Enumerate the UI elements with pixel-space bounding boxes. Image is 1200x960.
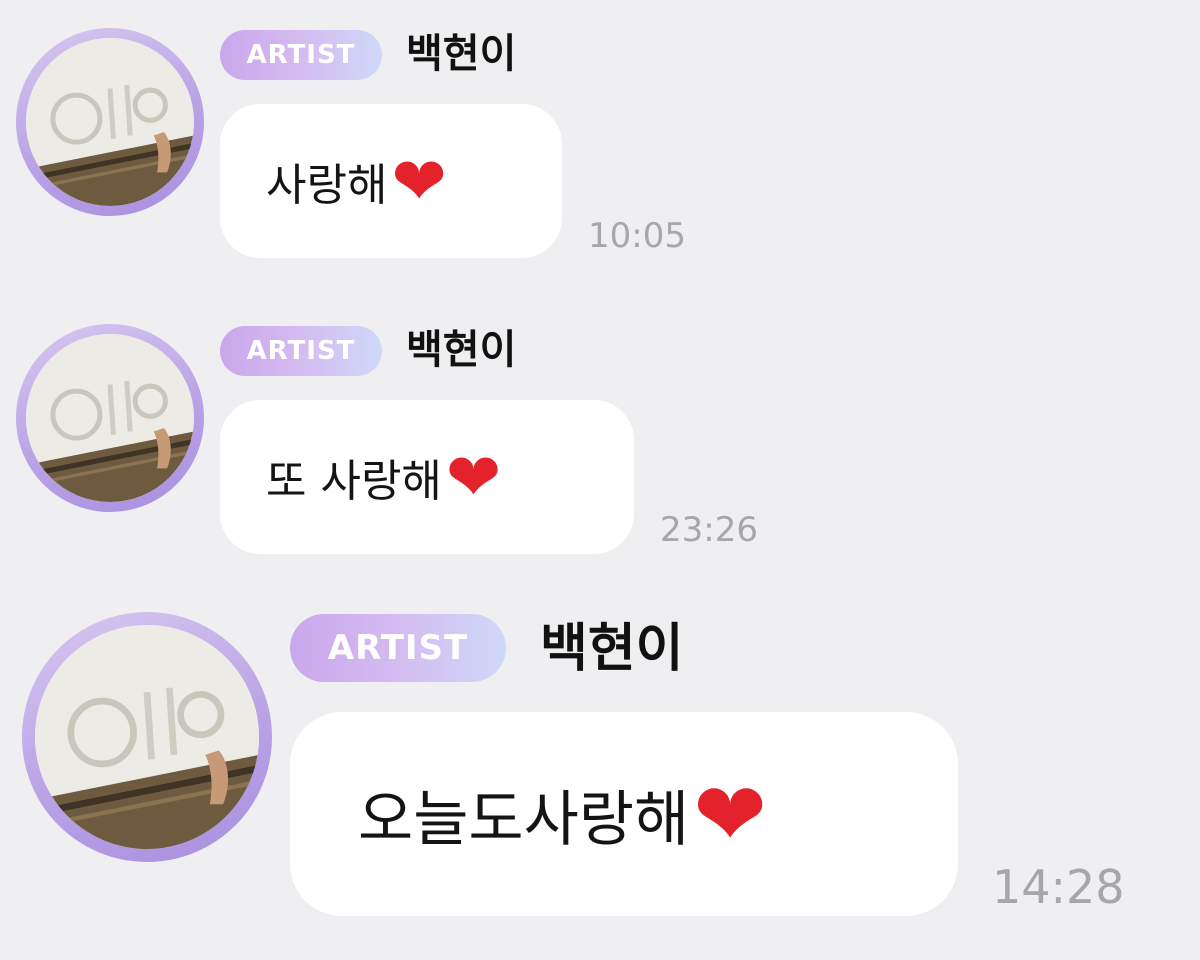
avatar[interactable] (26, 334, 194, 502)
message-text: 또 사랑해 (266, 456, 442, 507)
message-text: 사랑해 (266, 160, 388, 211)
avatar[interactable] (26, 38, 194, 206)
heart-icon: ❤ (445, 438, 502, 516)
message-bubble[interactable]: 사랑해 ❤ (220, 104, 562, 258)
sender-name: 백현이 (406, 31, 517, 77)
message-text: 오늘도사랑해 (358, 784, 690, 855)
message-bubble[interactable]: 오늘도사랑해 ❤ (290, 712, 958, 916)
sender-name: 백현이 (540, 619, 684, 679)
snow-photo-icon (26, 38, 194, 206)
artist-badge: ARTIST (220, 30, 382, 80)
sender-name: 백현이 (406, 327, 517, 373)
heart-icon: ❤ (391, 142, 447, 220)
message-time: 10:05 (588, 216, 686, 256)
message-bubble[interactable]: 또 사랑해 ❤ (220, 400, 634, 554)
message-time: 23:26 (660, 510, 758, 550)
avatar[interactable] (35, 625, 259, 849)
snow-photo-icon (35, 625, 259, 849)
message-time: 14:28 (992, 860, 1125, 914)
snow-photo-icon (26, 334, 194, 502)
heart-icon: ❤ (693, 762, 767, 866)
artist-badge: ARTIST (290, 614, 506, 682)
artist-badge: ARTIST (220, 326, 382, 376)
